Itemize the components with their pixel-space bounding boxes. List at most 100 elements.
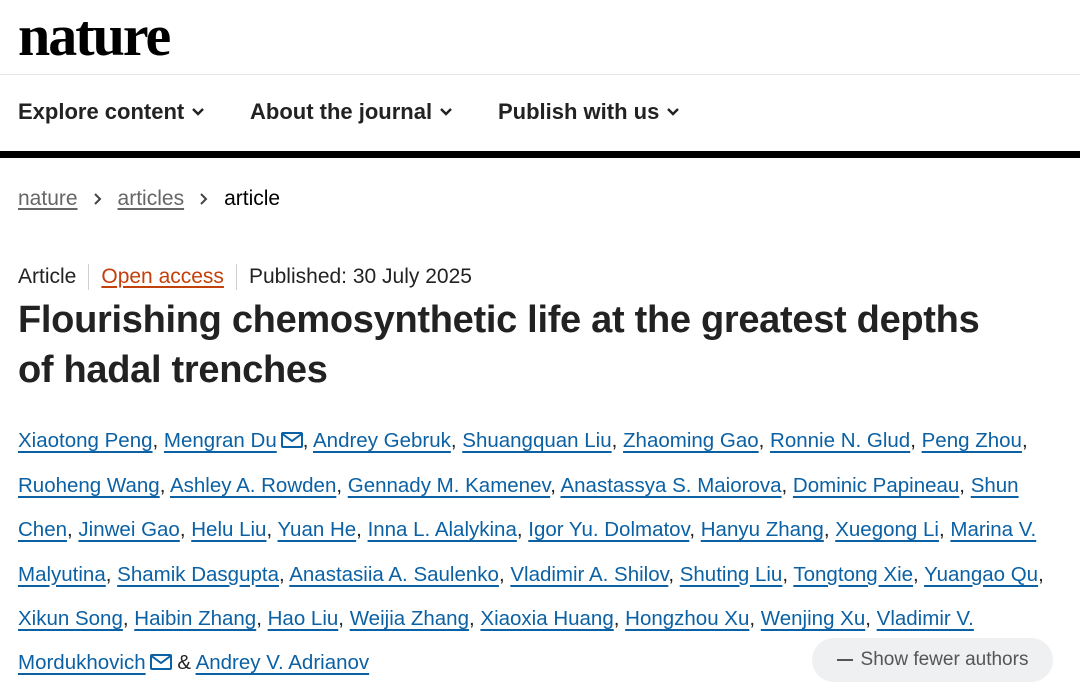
nav-about-journal[interactable]: About the journal xyxy=(250,99,454,125)
show-fewer-authors-button[interactable]: Show fewer authors xyxy=(812,638,1053,682)
chevron-right-icon xyxy=(197,192,211,206)
author-link[interactable]: Xiaoxia Huang xyxy=(480,607,613,630)
header-divider xyxy=(0,151,1080,158)
author-separator: , xyxy=(266,518,278,542)
author-separator: , xyxy=(1038,562,1044,586)
author-link[interactable]: Ronnie N. Glud xyxy=(770,429,910,452)
author-link[interactable]: Dominic Papineau xyxy=(793,474,959,497)
author-item: Ashley A. Rowden xyxy=(170,474,336,497)
nature-logo[interactable]: nature xyxy=(18,2,171,69)
author-item: Xuegong Li xyxy=(835,518,939,541)
author-link[interactable]: Peng Zhou xyxy=(922,429,1022,452)
breadcrumb: nature articles article xyxy=(18,187,280,211)
chevron-right-icon xyxy=(91,192,105,206)
author-link[interactable]: Wenjing Xu xyxy=(761,607,865,630)
meta-divider xyxy=(235,264,237,290)
chevron-down-icon xyxy=(190,99,206,125)
author-item: Yuan He xyxy=(278,518,357,541)
author-item: Hao Liu xyxy=(268,607,339,630)
minus-icon xyxy=(836,659,853,661)
nav-publish-with-us[interactable]: Publish with us xyxy=(498,99,681,125)
author-link[interactable]: Gennady M. Kamenev xyxy=(348,474,550,497)
author-separator: , xyxy=(938,518,951,542)
author-item: Vladimir A. Shilov xyxy=(510,563,668,586)
author-item: Igor Yu. Dolmatov xyxy=(528,518,689,541)
article-meta: Article Open access Published: 30 July 2… xyxy=(18,264,472,290)
author-link[interactable]: Weijia Zhang xyxy=(350,607,469,630)
author-link[interactable]: Ashley A. Rowden xyxy=(170,474,336,497)
nav-label: Explore content xyxy=(18,99,185,124)
author-link[interactable]: Shuangquan Liu xyxy=(462,429,611,452)
nav-label: About the journal xyxy=(250,99,433,124)
toggle-label: Show fewer authors xyxy=(860,649,1029,670)
author-item: Ronnie N. Glud xyxy=(770,429,910,452)
author-link[interactable]: Xuegong Li xyxy=(835,518,939,541)
author-separator: & xyxy=(171,651,196,675)
author-separator: , xyxy=(67,518,79,542)
author-link[interactable]: Zhaoming Gao xyxy=(623,429,759,452)
author-link[interactable]: Anastassya S. Maiorova xyxy=(560,474,781,497)
author-link[interactable]: Helu Liu xyxy=(191,518,266,541)
author-item: Helu Liu xyxy=(191,518,266,541)
author-item: Shuting Liu xyxy=(680,563,783,586)
author-link[interactable]: Yuangao Qu xyxy=(924,563,1038,586)
author-link[interactable]: Shuting Liu xyxy=(680,563,783,586)
author-item: Anastasiia A. Saulenko xyxy=(289,563,499,586)
author-separator: , xyxy=(302,429,313,452)
author-item: Shamik Dasgupta xyxy=(117,563,279,586)
author-link[interactable]: Xikun Song xyxy=(18,607,123,630)
author-link[interactable]: Yuan He xyxy=(278,518,357,541)
main-nav: Explore content About the journal Publis… xyxy=(0,75,1080,151)
author-separator: , xyxy=(498,562,511,586)
breadcrumb-articles[interactable]: articles xyxy=(118,187,185,211)
author-separator: , xyxy=(336,474,348,498)
breadcrumb-current: article xyxy=(224,187,281,210)
author-separator: , xyxy=(159,474,170,498)
author-item: Xiaoxia Huang xyxy=(480,607,613,630)
author-link[interactable]: Tongtong Xie xyxy=(793,563,913,586)
author-separator: , xyxy=(865,606,877,630)
author-link[interactable]: Andrey Gebruk xyxy=(313,429,451,452)
author-link[interactable]: Andrey V. Adrianov xyxy=(196,651,370,674)
author-item: Yuangao Qu xyxy=(924,563,1038,586)
author-separator: , xyxy=(823,518,836,542)
author-item: Gennady M. Kamenev xyxy=(348,474,550,497)
author-link[interactable]: Shamik Dasgupta xyxy=(117,563,279,586)
author-item: Hongzhou Xu xyxy=(625,607,749,630)
published-date: Published: 30 July 2025 xyxy=(248,265,472,288)
author-link[interactable]: Xiaotong Peng xyxy=(18,429,153,452)
author-item: Mengran Du xyxy=(164,429,303,452)
author-separator: , xyxy=(689,518,701,542)
author-link[interactable]: Mengran Du xyxy=(164,429,277,452)
author-link[interactable]: Hongzhou Xu xyxy=(625,607,749,630)
chevron-down-icon xyxy=(438,99,454,125)
meta-divider xyxy=(88,264,90,290)
author-link[interactable]: Igor Yu. Dolmatov xyxy=(528,518,689,541)
author-separator: , xyxy=(256,606,268,630)
breadcrumb-nature[interactable]: nature xyxy=(18,187,78,211)
author-item: Jinwei Gao xyxy=(78,518,179,541)
author-separator: , xyxy=(356,518,368,542)
nav-explore-content[interactable]: Explore content xyxy=(18,99,206,125)
author-link[interactable]: Ruoheng Wang xyxy=(18,474,160,497)
author-link[interactable]: Jinwei Gao xyxy=(78,518,179,541)
author-link[interactable]: Inna L. Alalykina xyxy=(368,518,517,541)
author-separator: , xyxy=(959,474,971,498)
author-link[interactable]: Vladimir A. Shilov xyxy=(510,563,668,586)
article-title: Flourishing chemosynthetic life at the g… xyxy=(18,295,1058,395)
author-link[interactable]: Anastasiia A. Saulenko xyxy=(289,563,499,586)
author-item: Xikun Song xyxy=(18,607,123,630)
envelope-icon[interactable] xyxy=(149,642,172,686)
author-item: Inna L. Alalykina xyxy=(368,518,517,541)
author-separator: , xyxy=(913,562,925,586)
author-separator: , xyxy=(781,474,793,498)
author-separator: , xyxy=(468,606,481,630)
open-access-link[interactable]: Open access xyxy=(101,265,224,289)
author-item: Shuangquan Liu xyxy=(462,429,611,452)
author-item: Tongtong Xie xyxy=(793,563,913,586)
author-link[interactable]: Hao Liu xyxy=(268,607,339,630)
chevron-down-icon xyxy=(665,99,681,125)
author-link[interactable]: Hanyu Zhang xyxy=(701,518,824,541)
envelope-icon[interactable] xyxy=(280,420,303,464)
author-link[interactable]: Haibin Zhang xyxy=(134,607,256,630)
